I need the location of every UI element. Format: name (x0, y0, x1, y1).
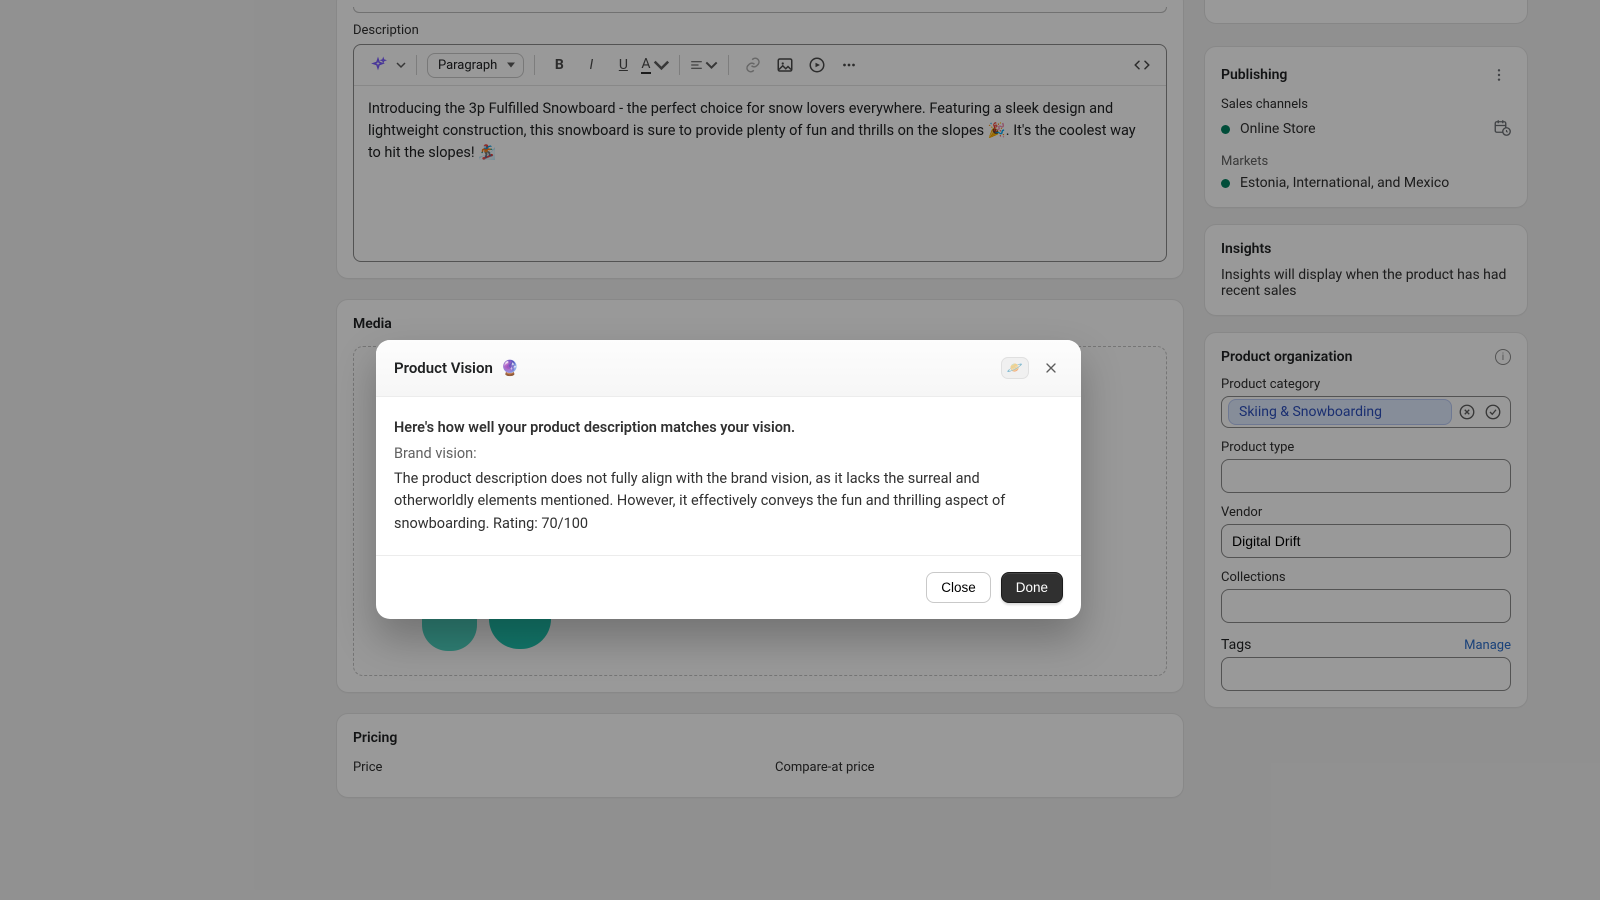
modal-overlay[interactable]: Product Vision 🔮 🪐 Here's how well your … (0, 0, 1600, 900)
planet-icon: 🪐 (1007, 361, 1023, 376)
close-button[interactable]: Close (926, 572, 991, 603)
done-button[interactable]: Done (1001, 572, 1063, 603)
modal-sub-text: Brand vision: (394, 443, 1063, 465)
modal-body: Here's how well your product description… (376, 397, 1081, 555)
modal-header: Product Vision 🔮 🪐 (376, 340, 1081, 397)
modal-footer: Close Done (376, 555, 1081, 619)
app-badge[interactable]: 🪐 (1001, 357, 1029, 379)
crystal-ball-icon: 🔮 (501, 359, 520, 377)
modal-title-text: Product Vision (394, 359, 493, 377)
close-icon (1043, 360, 1059, 376)
modal-body-text: The product description does not fully a… (394, 468, 1063, 535)
modal-lead-text: Here's how well your product description… (394, 417, 1063, 439)
modal-close-button[interactable] (1039, 356, 1063, 380)
product-vision-modal: Product Vision 🔮 🪐 Here's how well your … (376, 340, 1081, 619)
